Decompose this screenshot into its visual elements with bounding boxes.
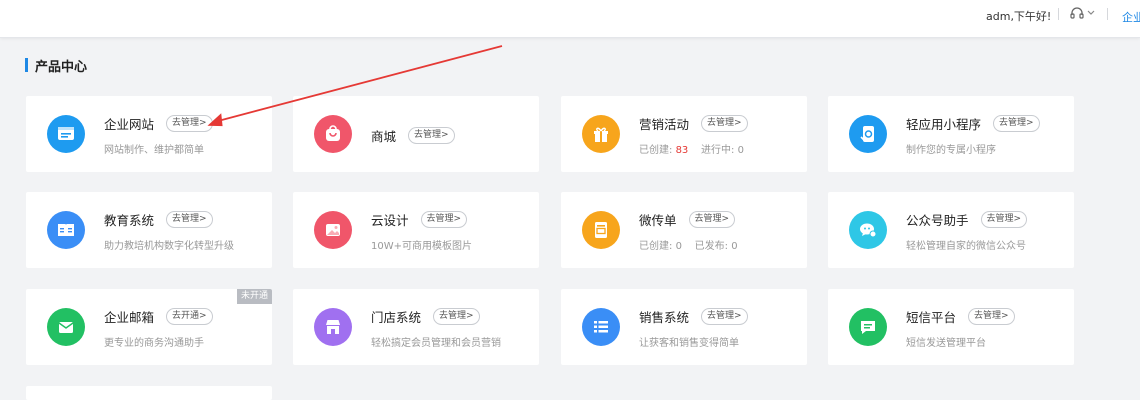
- product-card-sms[interactable]: 短信平台 去管理> 短信发送管理平台: [828, 289, 1074, 365]
- website-icon: [47, 115, 85, 153]
- product-desc: 轻松管理自家的微信公众号: [906, 241, 1026, 252]
- product-name: 云设计: [371, 213, 409, 228]
- gift-icon: [582, 115, 620, 153]
- shopping-bag-icon: [314, 115, 352, 153]
- manage-button[interactable]: 去管理>: [688, 211, 736, 228]
- product-name: 营销活动: [639, 117, 690, 132]
- divider: [1058, 8, 1059, 20]
- message-icon: [849, 308, 887, 346]
- product-name: 教育系统: [104, 213, 155, 228]
- headset-icon[interactable]: [1069, 6, 1085, 20]
- product-card-email[interactable]: 未开通 企业邮箱 去开通> 更专业的商务沟通助手: [26, 289, 272, 365]
- product-card-education[interactable]: 教育系统 去管理> 助力教培机构数字化转型升级: [26, 192, 272, 268]
- section-title: 产品中心: [35, 59, 88, 75]
- manage-button[interactable]: 去管理>: [980, 211, 1028, 228]
- manage-button[interactable]: 去管理>: [701, 308, 748, 325]
- ongoing-count: 0: [737, 145, 744, 156]
- product-card-mall[interactable]: 商城 去管理>: [293, 96, 539, 172]
- product-desc: 网站制作、维护都简单: [104, 145, 204, 156]
- product-stats: 已创建: 0 已发布: 0: [639, 237, 738, 252]
- manage-button[interactable]: 去管理>: [420, 211, 468, 228]
- created-count: 0: [675, 241, 682, 252]
- ongoing-label: 进行中:: [701, 145, 735, 156]
- product-card-flyer[interactable]: 微传单 去管理> 已创建: 0 已发布: 0: [561, 192, 807, 268]
- product-name: 门店系统: [371, 310, 422, 325]
- mail-icon: [47, 308, 85, 346]
- store-icon: [314, 308, 352, 346]
- created-count: 83: [675, 145, 689, 156]
- product-desc: 助力教培机构数字化转型升级: [104, 241, 234, 252]
- product-name: 企业网站: [104, 117, 155, 132]
- product-name: 商城: [371, 129, 397, 144]
- product-card-sales[interactable]: 销售系统 去管理> 让获客和销售变得简单: [561, 289, 807, 365]
- product-desc: 更专业的商务沟通助手: [104, 338, 204, 349]
- section-header: 产品中心: [25, 57, 88, 75]
- product-card-store[interactable]: 门店系统 去管理> 轻松搞定会员管理和会员营销: [293, 289, 539, 365]
- product-card-cloud-design[interactable]: 云设计 去管理> 10W+可商用模板图片: [293, 192, 539, 268]
- activate-button[interactable]: 去开通>: [166, 308, 213, 325]
- published-count: 0: [731, 241, 738, 252]
- product-card-wechat-assistant[interactable]: 公众号助手 去管理> 轻松管理自家的微信公众号: [828, 192, 1074, 268]
- list-icon: [582, 308, 620, 346]
- manage-button[interactable]: 去管理>: [433, 308, 480, 325]
- book-icon: [47, 211, 85, 249]
- top-bar: adm,下午好! 企业: [0, 0, 1140, 38]
- not-activated-badge: 未开通: [236, 289, 272, 304]
- product-card-partial[interactable]: [26, 386, 272, 400]
- wechat-icon: [849, 211, 887, 249]
- manage-button[interactable]: 去管理>: [968, 308, 1015, 325]
- product-desc: 短信发送管理平台: [906, 338, 986, 349]
- product-desc: 让获客和销售变得简单: [639, 338, 739, 349]
- created-label: 已创建:: [639, 145, 673, 156]
- product-card-mini-program[interactable]: 轻应用小程序 去管理> 制作您的专属小程序: [828, 96, 1074, 172]
- product-desc: 制作您的专属小程序: [906, 145, 996, 156]
- company-link[interactable]: 企业: [1122, 9, 1140, 25]
- product-desc: 10W+可商用模板图片: [371, 241, 472, 252]
- product-name: 轻应用小程序: [906, 117, 982, 132]
- manage-button[interactable]: 去管理>: [701, 115, 748, 132]
- manage-button[interactable]: 去管理>: [166, 211, 213, 228]
- created-label: 已创建:: [639, 241, 673, 252]
- product-stats: 已创建: 83 进行中: 0: [639, 141, 744, 156]
- product-name: 微传单: [639, 213, 677, 228]
- product-name: 短信平台: [906, 310, 957, 325]
- section-accent-bar: [25, 58, 28, 72]
- user-greeting[interactable]: adm,下午好!: [986, 8, 1051, 24]
- product-card-website[interactable]: 企业网站 去管理> 网站制作、维护都简单: [26, 96, 272, 172]
- flyer-icon: [582, 211, 620, 249]
- manage-button[interactable]: 去管理>: [993, 115, 1040, 132]
- product-name: 企业邮箱: [104, 310, 155, 325]
- chevron-down-icon[interactable]: [1087, 10, 1095, 16]
- divider: [1107, 8, 1108, 20]
- manage-button[interactable]: 去管理>: [408, 127, 455, 144]
- manage-button[interactable]: 去管理>: [166, 115, 213, 132]
- product-name: 销售系统: [639, 310, 690, 325]
- mini-program-icon: [849, 115, 887, 153]
- product-desc: 轻松搞定会员管理和会员营销: [371, 338, 501, 349]
- image-icon: [314, 211, 352, 249]
- product-card-marketing[interactable]: 营销活动 去管理> 已创建: 83 进行中: 0: [561, 96, 807, 172]
- published-label: 已发布:: [694, 241, 729, 252]
- product-name: 公众号助手: [906, 213, 969, 228]
